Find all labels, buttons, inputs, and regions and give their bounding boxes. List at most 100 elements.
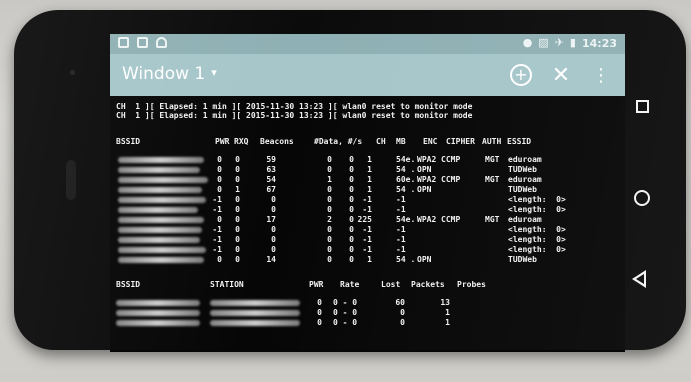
ap-cell-mb: 54 .: [396, 185, 416, 194]
ap-cell-beacons: 14: [266, 255, 276, 264]
close-window-button[interactable]: ✕: [548, 62, 574, 88]
ap-cell-essid: TUDWeb: [508, 255, 537, 264]
station-cell-pwr: 0: [317, 318, 322, 327]
station-cell-rate: 0 - 0: [333, 318, 358, 327]
ap-cell-essid: <length: 0>: [508, 195, 566, 204]
station-cell-packets: 13: [440, 298, 450, 307]
ap-cell-ch: -1: [362, 195, 372, 204]
station-cell-pwr: 0: [317, 308, 322, 317]
home-icon[interactable]: [634, 190, 650, 206]
ap-cell-rate: 0: [349, 225, 354, 234]
ap-cell-rate: 0: [349, 185, 354, 194]
ap-cell-rxq: 0: [235, 155, 240, 164]
window-selector[interactable]: Window 1 ▾: [122, 64, 217, 84]
redacted-bssid: [118, 187, 202, 193]
ap-cell-rxq: 0: [235, 235, 240, 244]
ap-header-cipher: CIPHER: [446, 137, 475, 146]
ap-cell-essid: <length: 0>: [508, 235, 566, 244]
station-header-rate: Rate: [340, 280, 360, 289]
station-cell-lost: 0: [400, 308, 405, 317]
terminal-output[interactable]: CH 1 ][ Elapsed: 1 min ][ 2015-11-30 13:…: [110, 96, 625, 352]
ap-cell-auth: MGT: [485, 175, 500, 184]
ap-cell-mb: 54 .: [396, 255, 416, 264]
ap-header-data: #Data, #/s: [314, 137, 363, 146]
ap-cell-data: 1: [327, 175, 332, 184]
ap-cell-pwr: -1: [212, 235, 222, 244]
overflow-menu-button[interactable]: ⋮: [588, 62, 614, 88]
ap-cell-rate: 0: [349, 235, 354, 244]
redacted-bssid: [118, 217, 204, 223]
ap-cell-beacons: 0: [271, 205, 276, 214]
ap-cell-rate: 0: [349, 195, 354, 204]
ap-cell-essid: <length: 0>: [508, 205, 566, 214]
ap-cell-pwr: 0: [217, 175, 222, 184]
station-header-station: STATION: [210, 280, 244, 289]
ap-header-bssid: BSSID: [116, 137, 141, 146]
status-line: CH 1 ][ Elapsed: 1 min ][ 2015-11-30 13:…: [116, 102, 473, 111]
ap-cell-essid: TUDWeb: [508, 185, 537, 194]
add-window-button[interactable]: +: [508, 62, 534, 88]
ap-cell-enc: WPA2: [417, 175, 437, 184]
redacted-bssid: [118, 157, 204, 163]
ap-cell-beacons: 0: [271, 195, 276, 204]
ap-cell-cipher: CCMP: [441, 215, 461, 224]
ap-cell-beacons: 63: [266, 165, 276, 174]
ap-cell-rxq: 0: [235, 205, 240, 214]
station-header-packets: Packets: [411, 280, 445, 289]
battery-icon: ▮: [569, 36, 576, 49]
station-header-pwr: PWR: [309, 280, 324, 289]
chevron-down-icon: ▾: [211, 66, 217, 79]
add-icon: +: [510, 64, 532, 86]
ap-cell-rxq: 0: [235, 175, 240, 184]
ap-cell-data: 0: [327, 235, 332, 244]
ap-cell-rate: 0: [349, 245, 354, 254]
ap-cell-ch: -1: [362, 225, 372, 234]
phone-body: ● ▨ ✈ ▮ 14:23 Window 1 ▾ + ✕ ⋮ CH 1][E…: [14, 10, 686, 352]
station-cell-rate: 0 - 0: [333, 308, 358, 317]
ap-cell-ch: 1: [367, 255, 372, 264]
nav-bar: [626, 100, 666, 300]
redacted-bssid: [116, 300, 200, 306]
station-header-bssid: BSSID: [116, 280, 141, 289]
redacted-station: [210, 320, 300, 326]
ap-cell-data: 0: [327, 195, 332, 204]
status-bar: ● ▨ ✈ ▮ 14:23: [110, 34, 625, 54]
ap-cell-beacons: 67: [266, 185, 276, 194]
status-line: CH 1 ][ Elapsed: 1 min ][ 2015-11-30 13:…: [116, 111, 473, 120]
redacted-bssid: [118, 197, 206, 203]
ap-cell-rxq: 0: [235, 165, 240, 174]
ap-cell-ch: -1: [362, 235, 372, 244]
ap-cell-cipher: CCMP: [441, 155, 461, 164]
ap-header-auth: AUTH: [482, 137, 502, 146]
ap-cell-rate: 0: [349, 215, 354, 224]
ap-cell-pwr: -1: [212, 225, 222, 234]
ap-cell-mb: -1: [396, 245, 406, 254]
ap-cell-mb: 54e.: [396, 155, 416, 164]
photo-background: ● ▨ ✈ ▮ 14:23 Window 1 ▾ + ✕ ⋮ CH 1][E…: [0, 0, 691, 382]
ap-cell-essid: eduroam: [508, 175, 542, 184]
download-icon: [137, 37, 148, 48]
speaker-grille: [66, 160, 76, 200]
redacted-bssid: [118, 257, 204, 263]
ap-cell-data: 0: [327, 245, 332, 254]
redacted-bssid: [118, 227, 202, 233]
ap-cell-rate: 0: [349, 205, 354, 214]
ap-cell-ch: 1: [367, 165, 372, 174]
station-cell-packets: 1: [445, 308, 450, 317]
ap-cell-essid: eduroam: [508, 215, 542, 224]
ap-cell-ch: 1: [367, 175, 372, 184]
ap-cell-pwr: -1: [212, 205, 222, 214]
ap-cell-rxq: 1: [235, 185, 240, 194]
ap-cell-data: 0: [327, 205, 332, 214]
redacted-bssid: [118, 237, 200, 243]
ap-cell-rate: 0: [349, 155, 354, 164]
recents-icon[interactable]: [636, 100, 649, 113]
ap-cell-enc: WPA2: [417, 215, 437, 224]
ap-cell-beacons: 0: [271, 235, 276, 244]
ap-cell-data: 0: [327, 225, 332, 234]
android-icon: [156, 37, 167, 48]
ap-cell-data: 0: [327, 255, 332, 264]
no-sim-icon: ▨: [538, 36, 549, 49]
ap-cell-beacons: 0: [271, 225, 276, 234]
ap-cell-ch: 1: [367, 155, 372, 164]
